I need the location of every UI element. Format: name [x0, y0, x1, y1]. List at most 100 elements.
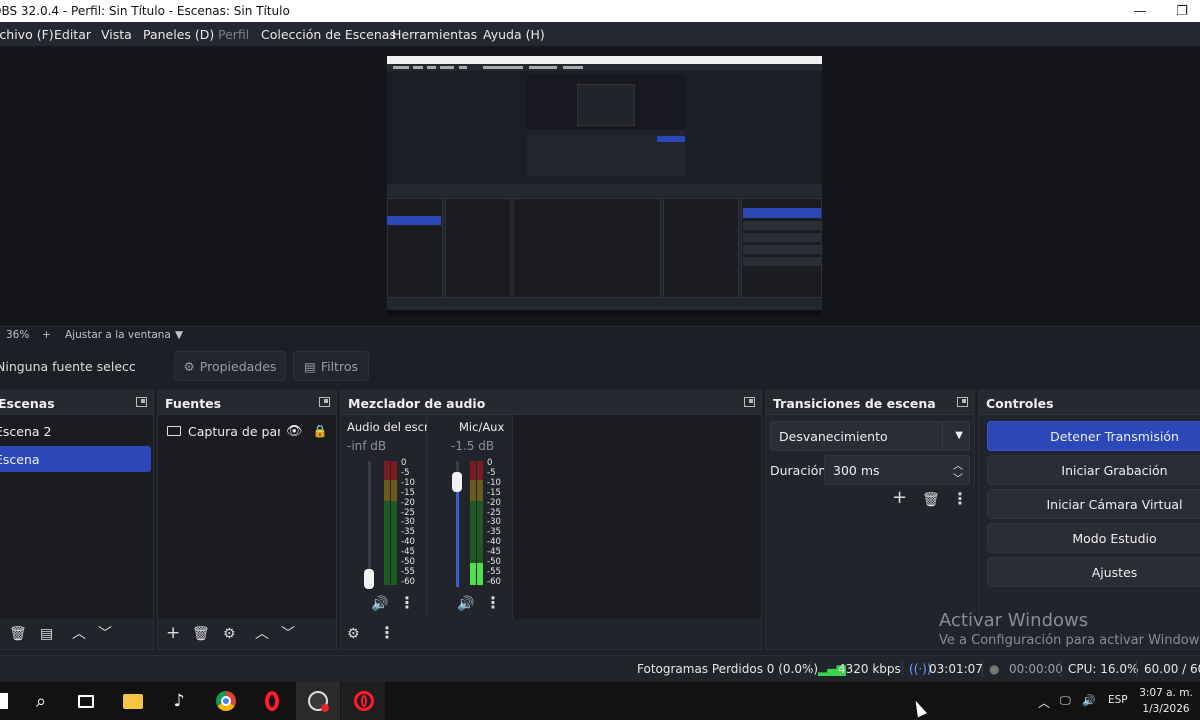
opera-icon[interactable]	[262, 691, 282, 711]
undock-icon[interactable]	[136, 397, 147, 407]
menu-docks[interactable]: Paneles (D)	[143, 27, 214, 42]
audio-meter	[384, 461, 390, 585]
settings-button[interactable]: Ajustes	[987, 557, 1200, 587]
scene-item-label: Escena 2	[0, 423, 52, 439]
undock-icon[interactable]	[319, 397, 330, 407]
add-icon[interactable]: +	[892, 489, 907, 507]
transition-select-value: Desvanecimiento	[779, 428, 888, 444]
status-bar: Fotogramas Perdidos 0 (0.0%) ▂▄▆ 4320 kb…	[0, 655, 1200, 682]
studio-mode-button[interactable]: Modo Estudio	[987, 523, 1200, 553]
search-icon[interactable]: ⌕	[31, 691, 51, 712]
fit-to-window[interactable]: Ajustar a la ventana	[65, 329, 171, 341]
filters-button[interactable]: ▤ Filtros	[293, 351, 369, 381]
transition-select[interactable]: Desvanecimiento ▼	[770, 421, 970, 451]
start-icon[interactable]	[0, 691, 14, 711]
sources-dock: Fuentes Captura de pantalla 👁 🔒 + 🗑 ⚙ ︿ …	[157, 390, 337, 650]
record-dot-icon: ●	[989, 662, 1000, 676]
speaker-icon[interactable]: 🔊	[371, 597, 388, 611]
duration-spinbox[interactable]: 300 ms ︿ ﹀	[824, 455, 970, 485]
title-bar[interactable]: OBS 32.0.4 - Perfil: Sin Título - Escena…	[0, 0, 1200, 22]
chevron-down-icon[interactable]: ﹀	[281, 627, 295, 641]
advanced-audio-gear-icon[interactable]: ⚙	[347, 627, 360, 641]
obs-icon[interactable]	[308, 691, 329, 712]
preview-canvas[interactable]	[387, 56, 822, 316]
volume-icon[interactable]: 🔊	[1082, 694, 1096, 707]
volume-slider-knob[interactable]	[452, 471, 462, 492]
volume-slider-fill	[456, 481, 459, 587]
undock-icon[interactable]	[957, 397, 968, 407]
mixer-channels: Audio del escritorio -inf dB 0-5-10-15-2…	[341, 415, 761, 621]
chevron-up-icon[interactable]: ︿	[1038, 694, 1050, 711]
audio-meter	[470, 461, 476, 585]
chevron-down-icon[interactable]: ﹀	[953, 470, 963, 485]
dropped-frames: Fotogramas Perdidos 0 (0.0%)	[637, 662, 819, 676]
filter-icon[interactable]: ▤	[40, 627, 53, 641]
windows-taskbar: ⌕ ♪ ︿ 🖵 🔊 ESP 3:07 a. m. 1/3/2026	[0, 682, 1200, 720]
no-source-selected: Ninguna fuente seleccionada	[0, 359, 136, 374]
gear-icon[interactable]: ⚙	[223, 627, 236, 641]
mixer-channel-desktop: Audio del escritorio -inf dB 0-5-10-15-2…	[341, 415, 427, 621]
chevron-up-icon[interactable]: ︿	[72, 627, 86, 641]
trash-icon[interactable]: 🗑	[9, 627, 27, 641]
chevron-down-icon: ▼	[955, 430, 963, 441]
speaker-icon[interactable]: 🔊	[457, 597, 474, 611]
menu-help[interactable]: Ayuda (H)	[483, 27, 545, 42]
language-indicator[interactable]: ESP	[1108, 694, 1128, 706]
kebab-menu-icon[interactable]: ⋮	[952, 491, 968, 507]
kebab-menu-icon[interactable]: ⋮	[379, 625, 395, 641]
properties-button[interactable]: ⚙ Propiedades	[174, 351, 286, 381]
minimize-button[interactable]: —	[1118, 0, 1162, 22]
window-title: OBS 32.0.4 - Perfil: Sin Título - Escena…	[0, 4, 290, 18]
monitor-icon	[167, 426, 181, 436]
tiktok-icon[interactable]: ♪	[169, 691, 189, 711]
filter-icon: ▤	[304, 358, 316, 374]
preview-area[interactable]	[0, 46, 1200, 363]
filters-label: Filtros	[320, 358, 358, 374]
kebab-menu-icon[interactable]: ⋮	[399, 595, 415, 611]
chevron-down-icon[interactable]: ﹀	[98, 627, 112, 641]
menu-edit[interactable]: Editar	[54, 27, 91, 42]
trash-icon[interactable]: 🗑	[922, 493, 940, 507]
audio-meter	[391, 461, 397, 585]
zoom-in-button[interactable]: +	[42, 329, 51, 341]
chrome-icon[interactable]	[216, 691, 236, 711]
meter-scale: 0 -5 -10 -15 -20 -25 -30 -35 -40 -45 -50 -55 -60	[401, 458, 415, 588]
undock-icon[interactable]	[744, 397, 755, 407]
zoom-level[interactable]: 36%	[6, 329, 29, 341]
lock-icon[interactable]: 🔒	[313, 424, 328, 438]
restore-button[interactable]: ❐	[1160, 0, 1200, 22]
menu-view[interactable]: Vista	[101, 27, 132, 42]
task-view-icon[interactable]	[76, 691, 96, 711]
sources-title: Fuentes	[165, 396, 222, 411]
menu-tools[interactable]: Herramientas	[392, 27, 477, 42]
kebab-menu-icon[interactable]: ⋮	[485, 595, 501, 611]
scene-item[interactable]: Escena 2	[0, 418, 151, 444]
menu-bar: Archivo (F) Editar Vista Paneles (D) Per…	[0, 22, 1200, 46]
menu-scene-collection[interactable]: Colección de Escenas	[261, 27, 396, 42]
scene-item-selected[interactable]: Escena	[0, 446, 151, 472]
meter-scale: 0 -5 -10 -15 -20 -25 -30 -35 -40 -45 -50 -55 -60	[487, 458, 501, 588]
chevron-up-icon[interactable]: ︿	[255, 627, 269, 641]
add-icon[interactable]: +	[166, 625, 180, 642]
file-explorer-icon[interactable]	[123, 691, 143, 711]
network-icon[interactable]: 🖵	[1060, 694, 1071, 708]
menu-profile[interactable]: Perfil	[218, 27, 249, 42]
chevron-down-icon[interactable]: ▼	[175, 329, 183, 341]
mixer-channel-mic: Mic/Aux -1.5 dB 0 -5 -10 -15 -20 -25 -30 -35 -40…	[427, 415, 513, 621]
menu-file[interactable]: Archivo (F)	[0, 27, 54, 42]
source-item[interactable]: Captura de pantalla 👁 🔒	[158, 418, 336, 444]
start-recording-button[interactable]: Iniciar Grabación	[987, 455, 1200, 485]
channel-db: -1.5 dB	[451, 439, 495, 453]
scenes-dock: Escenas Escena 2 Escena 🗑 ▤ ︿ ﹀	[0, 390, 154, 650]
watermark-line2: Ve a Configuración para activar Windows.	[939, 633, 1200, 648]
volume-slider-knob[interactable]	[364, 569, 374, 589]
meter-scale-label: -60	[487, 576, 501, 587]
trash-icon[interactable]: 🗑	[192, 627, 210, 641]
start-virtual-camera-button[interactable]: Iniciar Cámara Virtual	[987, 489, 1200, 519]
stop-streaming-button[interactable]: Detener Transmisión	[987, 421, 1200, 451]
eye-icon[interactable]: 👁	[286, 424, 303, 439]
taskbar-clock[interactable]: 3:07 a. m. 1/3/2026	[1138, 685, 1194, 717]
opera-gx-icon[interactable]	[354, 691, 374, 711]
duration-label: Duración	[770, 463, 827, 478]
channel-name: Audio del escritorio	[347, 420, 427, 434]
